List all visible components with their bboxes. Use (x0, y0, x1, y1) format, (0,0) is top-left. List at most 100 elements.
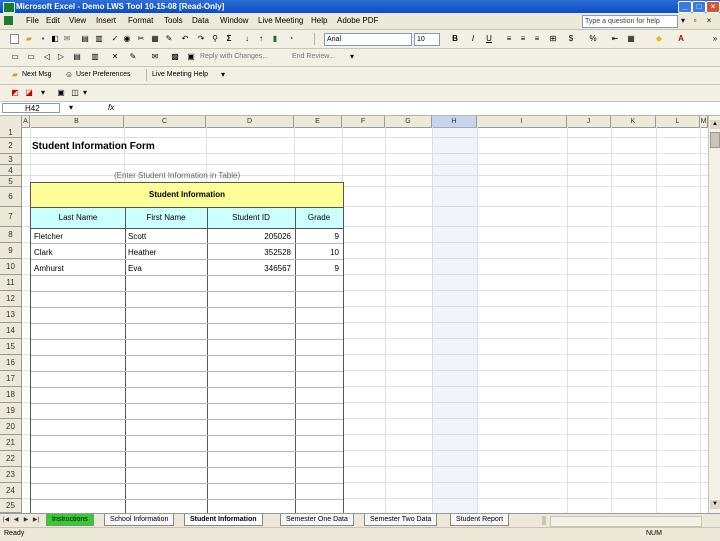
menu-edit[interactable]: Edit (46, 16, 60, 25)
row-header[interactable]: 4 (0, 165, 22, 176)
row-header[interactable]: 9 (0, 243, 22, 259)
undo-icon[interactable]: ↶ (180, 34, 190, 44)
open-folder-icon[interactable]: ▰ (24, 34, 34, 44)
cell-last-name[interactable]: Fletcher (34, 232, 63, 241)
cell-grade[interactable]: 9 (299, 232, 339, 241)
row-header[interactable]: 16 (0, 355, 22, 371)
column-header[interactable]: I (477, 116, 567, 127)
row-header[interactable]: 14 (0, 323, 22, 339)
tab-instructions[interactable]: Instructions (46, 514, 94, 526)
show-comment-icon[interactable]: ▭ (10, 52, 20, 62)
percent-button[interactable]: % (588, 34, 598, 44)
column-header[interactable]: B (30, 116, 124, 127)
show-all-icon[interactable]: ▤ (72, 52, 82, 62)
row-header[interactable]: 17 (0, 371, 22, 387)
first-sheet-icon[interactable]: |◀ (2, 516, 10, 525)
vertical-scrollbar[interactable]: ▲ ▼ (708, 116, 720, 513)
toolbar-options-icon[interactable]: ▾ (38, 88, 48, 98)
tab-school-information[interactable]: School Information (104, 514, 175, 526)
cell-student-id[interactable]: 352528 (211, 248, 291, 257)
row-header[interactable]: 13 (0, 307, 22, 323)
borders-icon[interactable]: ▦ (626, 34, 636, 44)
tab-semester-two-data[interactable]: Semester Two Data (364, 514, 438, 526)
fill-color-icon[interactable]: ◆ (654, 34, 664, 44)
cell-student-id[interactable]: 205026 (211, 232, 291, 241)
row-header[interactable]: 8 (0, 227, 22, 243)
highlight-icon[interactable]: ▩ (170, 52, 180, 62)
align-right-icon[interactable]: ≡ (532, 34, 542, 44)
print-icon[interactable]: ▤ (80, 34, 90, 44)
currency-button[interactable]: $ (566, 34, 576, 44)
redo-icon[interactable]: ↷ (196, 34, 206, 44)
cell-last-name[interactable]: Amhurst (34, 264, 64, 273)
toolbar-options-icon[interactable]: » (710, 34, 720, 44)
column-header[interactable]: E (294, 116, 342, 127)
toolbar-options-icon[interactable]: ▾ (80, 88, 90, 98)
close-button[interactable]: × (706, 1, 720, 13)
column-header[interactable]: D (206, 116, 294, 127)
row-header[interactable]: 7 (0, 207, 22, 227)
pdf-email-icon[interactable]: ◪ (24, 88, 34, 98)
font-size-combo[interactable]: 10 (414, 33, 440, 46)
menu-live-meeting[interactable]: Live Meeting (258, 16, 303, 25)
live-meeting-help-button[interactable]: Live Meeting Help (152, 71, 208, 78)
menu-adobe-pdf[interactable]: Adobe PDF (337, 16, 378, 25)
autosum-icon[interactable]: Σ (224, 34, 234, 44)
menu-file[interactable]: File (26, 16, 39, 25)
scroll-down-arrow-icon[interactable]: ▼ (710, 500, 720, 509)
column-header[interactable]: F (342, 116, 385, 127)
italic-button[interactable]: I (468, 34, 478, 44)
toolbar-options-icon[interactable]: ▾ (347, 52, 357, 62)
scroll-thumb[interactable] (710, 132, 720, 148)
column-header[interactable]: J (567, 116, 611, 127)
share-icon[interactable]: ◫ (70, 88, 80, 98)
row-header[interactable]: 24 (0, 483, 22, 499)
folder-icon[interactable]: ▰ (10, 70, 20, 80)
close-doc-icon[interactable]: × (704, 16, 714, 26)
menu-window[interactable]: Window (220, 16, 248, 25)
help-icon[interactable]: ◔ (286, 34, 296, 44)
format-painter-icon[interactable]: ✎ (164, 34, 174, 44)
dropdown-arrow-icon[interactable]: ▾ (678, 16, 688, 26)
row-header[interactable]: 5 (0, 176, 22, 187)
row-header[interactable]: 18 (0, 387, 22, 403)
row-header[interactable]: 21 (0, 435, 22, 451)
track-changes-icon[interactable]: ▥ (90, 52, 100, 62)
print-preview-icon[interactable]: ▥ (94, 34, 104, 44)
row-header[interactable]: 2 (0, 138, 22, 154)
cell-first-name[interactable]: Eva (128, 264, 142, 273)
review-icon[interactable]: ▣ (186, 52, 196, 62)
tab-student-report[interactable]: Student Report (450, 514, 510, 526)
user-preferences-button[interactable]: User Preferences (76, 71, 130, 78)
row-header[interactable]: 22 (0, 451, 22, 467)
permission-icon[interactable]: ◧ (50, 34, 60, 44)
tab-semester-one-data[interactable]: Semester One Data (280, 514, 354, 526)
row-header[interactable]: 20 (0, 419, 22, 435)
cut-icon[interactable]: ✂ (136, 34, 146, 44)
cell-student-id[interactable]: 346567 (211, 264, 291, 273)
column-header[interactable]: G (385, 116, 432, 127)
cell-last-name[interactable]: Clark (34, 248, 53, 257)
column-header[interactable]: M (700, 116, 708, 127)
email-icon[interactable]: ✉ (62, 34, 72, 44)
restore-doc-icon[interactable]: ▫ (690, 16, 700, 26)
tab-split-handle[interactable] (542, 516, 546, 525)
column-header[interactable]: C (124, 116, 206, 127)
merge-center-icon[interactable]: ⊞ (548, 34, 558, 44)
row-header[interactable]: 3 (0, 154, 22, 165)
select-all-corner[interactable] (0, 116, 22, 127)
next-comment-icon[interactable]: ▷ (56, 52, 66, 62)
column-header[interactable]: L (656, 116, 700, 127)
menu-insert[interactable]: Insert (96, 16, 116, 25)
meeting-icon[interactable]: ▣ (56, 88, 66, 98)
column-header-selected[interactable]: H (432, 116, 477, 127)
delete-comment-icon[interactable]: ✕ (110, 52, 120, 62)
spelling-icon[interactable]: ✓ (110, 34, 120, 44)
column-header[interactable]: A (22, 116, 30, 127)
sort-ascending-icon[interactable]: ↓ (242, 34, 252, 44)
row-header[interactable]: 19 (0, 403, 22, 419)
toolbar-options-icon[interactable]: ▾ (218, 70, 228, 80)
font-name-combo[interactable]: Arial (324, 33, 412, 46)
paste-icon[interactable]: ▦ (150, 34, 160, 44)
name-box-dropdown-icon[interactable]: ▾ (66, 103, 76, 113)
